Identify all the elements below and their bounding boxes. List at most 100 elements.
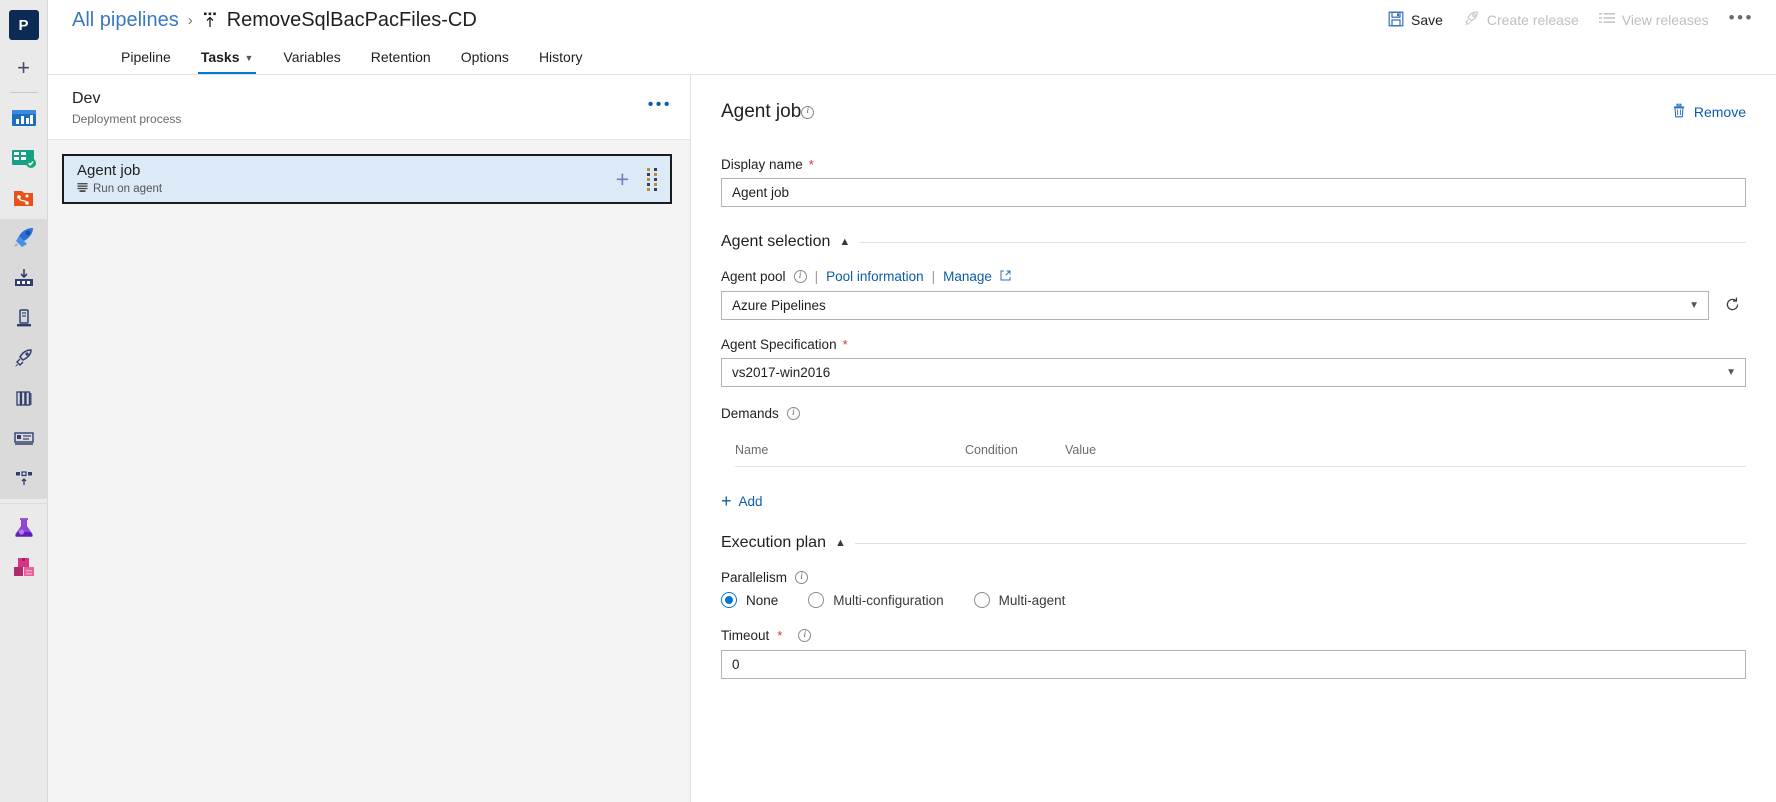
execution-plan-section-header[interactable]: Execution plan ▲ [721,534,1746,552]
artifacts-boxes-icon [11,555,37,582]
deployment-process-text: Dev Deployment process [72,89,181,126]
agent-pool-label-row: Agent pool i | Pool information | Manage [721,269,1746,284]
chevron-up-icon[interactable]: ▲ [839,236,850,248]
demands-label: Demands [721,406,779,421]
form-header: Agent job i Remove [721,101,1746,123]
execution-plan-section-title: Execution plan [721,534,826,551]
display-name-input[interactable] [721,178,1746,207]
demands-col-value: Value [1065,443,1097,457]
sidebar-item-task-groups[interactable] [1,419,47,459]
rail-divider-bottom [0,503,48,504]
agent-pool-label: Agent pool [721,269,786,284]
save-button[interactable]: Save [1388,11,1443,30]
builds-icon [12,267,36,292]
task-groups-icon [12,427,36,452]
parallelism-option-multi-agent[interactable]: Multi-agent [973,592,1066,608]
parallelism-info-icon[interactable]: i [795,571,809,584]
agent-job-card-actions: + [612,166,660,193]
agent-selection-section-header[interactable]: Agent selection ▲ [721,233,1746,251]
demands-label-row: Demands i [721,406,1746,421]
tab-variables-label: Variables [283,49,341,65]
add-demand-button[interactable]: + Add [721,492,1746,510]
parallelism-option-multi-agent-label: Multi-agent [998,592,1066,608]
agent-icon [77,182,88,196]
demands-col-name: Name [735,443,769,457]
parallelism-option-multi-configuration[interactable]: Multi-configuration [808,592,944,608]
agent-specification-label-row: Agent Specification * [721,337,1746,352]
create-release-button[interactable]: Create release [1463,10,1579,30]
save-icon [1388,11,1404,30]
refresh-agent-pool-button[interactable] [1719,292,1746,319]
global-nav-rail: P + [0,0,48,802]
demands-info-icon[interactable]: i [786,407,800,420]
agent-job-form-pane: Agent job i Remove Display name * Agent … [691,75,1776,802]
releases-server-icon [12,307,36,332]
display-name-label: Display name [721,157,803,172]
tab-history[interactable]: History [524,40,598,74]
sidebar-item-builds[interactable] [1,259,47,299]
sidebar-item-launch[interactable] [1,339,47,379]
boards-icon [11,147,37,172]
agent-specification-label: Agent Specification [721,337,837,352]
section-divider [859,241,1746,243]
manage-link[interactable]: Manage [943,269,992,284]
external-link-icon [1000,269,1011,284]
timeout-info-icon[interactable]: i [798,629,812,642]
breadcrumb-all-pipelines-link[interactable]: All pipelines [72,9,179,32]
sidebar-item-test-plans[interactable] [1,508,47,548]
rail-divider [9,92,38,93]
pipeline-tree-pane: Dev Deployment process ••• Agent job Run… [48,75,691,802]
tab-variables[interactable]: Variables [268,40,355,74]
agent-pool-info-icon[interactable]: i [793,270,807,283]
tab-tasks[interactable]: Tasks ▼ [186,40,269,74]
more-actions-button[interactable]: ••• [1729,9,1758,32]
chevron-down-icon: ▼ [1726,366,1736,378]
timeout-label: Timeout [721,628,770,643]
sidebar-item-overview[interactable] [1,99,47,139]
tab-options[interactable]: Options [446,40,524,74]
parallelism-label: Parallelism [721,570,788,585]
chevron-down-icon: ▼ [1689,299,1699,311]
sidebar-item-boards[interactable] [1,139,47,179]
repos-icon [11,187,37,212]
timeout-required-marker: * [777,628,783,643]
chevron-up-icon[interactable]: ▲ [835,537,846,549]
stage-context-menu-button[interactable]: ••• [648,89,672,113]
project-avatar[interactable]: P [8,10,39,40]
sidebar-item-repos[interactable] [1,179,47,219]
agent-specification-select[interactable]: vs2017-win2016 ▼ [721,358,1746,387]
timeout-input[interactable] [721,650,1746,679]
topbar-actions: Save Create release View releases ••• [1388,9,1758,32]
tab-pipeline[interactable]: Pipeline [106,40,186,74]
new-item-plus-icon[interactable]: + [1,50,47,86]
timeout-label-row: Timeout * i [721,628,1746,643]
sidebar-item-artifacts[interactable] [1,548,47,588]
agent-pool-separator: | [814,269,819,284]
trash-icon [1672,103,1686,121]
breadcrumb: All pipelines › RemoveSqlBacPacFiles-CD [72,9,477,32]
section-divider [854,542,1746,544]
agent-job-card-subtitle: Run on agent [93,183,163,195]
sidebar-item-releases[interactable] [1,299,47,339]
test-plans-flask-icon [11,514,37,543]
tab-retention-label: Retention [370,49,431,65]
release-pipeline-icon [202,11,218,29]
form-title-info-icon[interactable]: i [801,105,815,119]
sidebar-item-library[interactable] [1,379,47,419]
remove-button[interactable]: Remove [1672,103,1746,121]
pool-information-link[interactable]: Pool information [826,269,924,284]
tab-tasks-label: Tasks [200,49,240,65]
agent-pool-select[interactable]: Azure Pipelines ▼ [721,291,1709,320]
deployment-process-header[interactable]: Dev Deployment process ••• [48,75,690,140]
pipelines-nav-group [0,219,48,499]
sidebar-item-pipelines[interactable] [1,219,47,259]
agent-job-card[interactable]: Agent job Run on agent + [62,154,672,204]
overview-icon [11,107,37,132]
parallelism-option-none[interactable]: None [721,592,778,608]
tab-retention[interactable]: Retention [356,40,446,74]
view-releases-button[interactable]: View releases [1598,12,1709,29]
sidebar-item-deployment-groups[interactable] [1,459,47,499]
agent-selection-section-title: Agent selection [721,233,831,250]
add-task-button[interactable]: + [612,167,633,191]
drag-handle[interactable] [645,166,660,193]
